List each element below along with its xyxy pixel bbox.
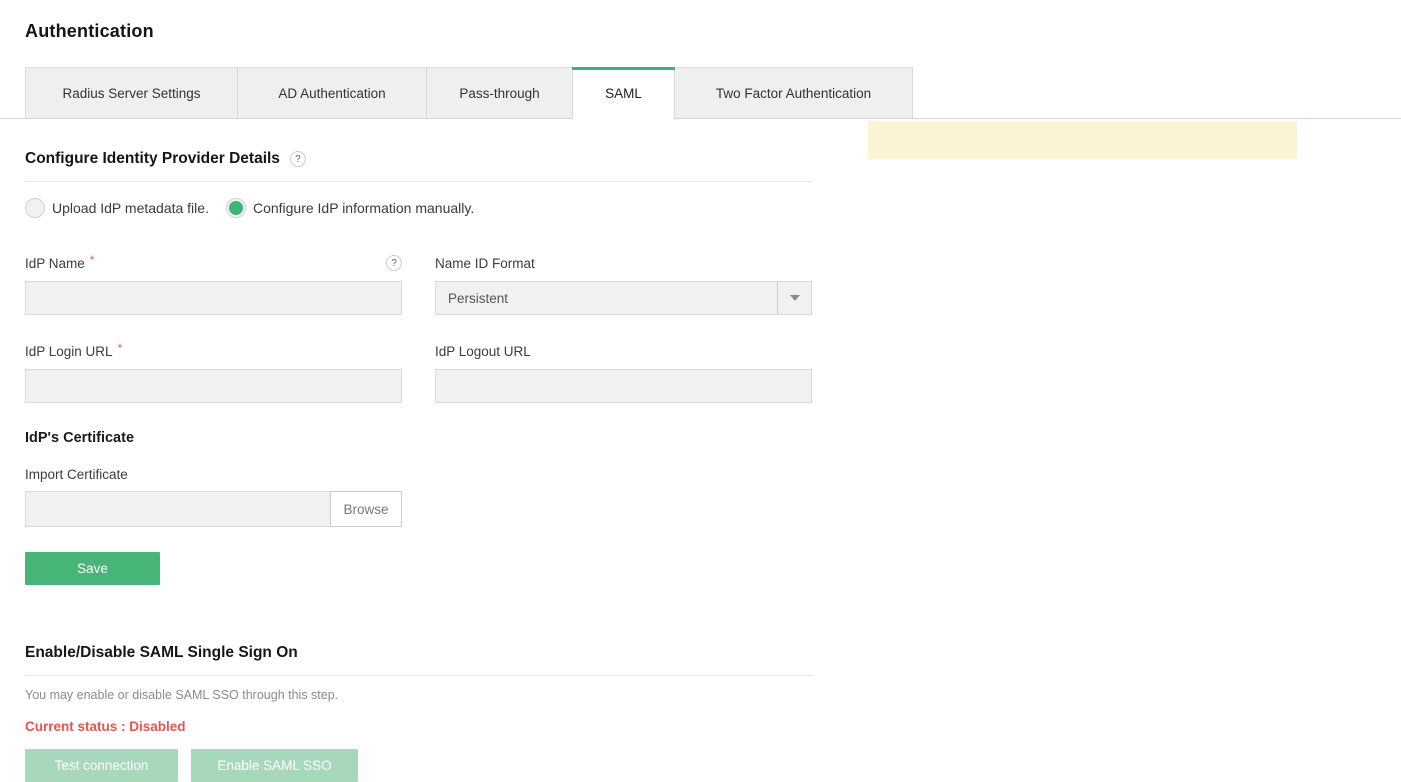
browse-button[interactable]: Browse <box>330 491 402 527</box>
radio-selected-icon[interactable] <box>226 198 246 218</box>
name-id-format-label: Name ID Format <box>435 256 535 271</box>
tab-saml[interactable]: SAML <box>572 67 674 119</box>
saml-tab-content: Configure Identity Provider Details ? Up… <box>0 150 813 782</box>
page-title: Authentication <box>0 0 1401 42</box>
tab-list: Radius Server Settings AD Authentication… <box>25 67 1401 118</box>
idp-name-field-group: IdP Name * ? <box>25 254 402 315</box>
notice-highlight <box>868 121 1297 159</box>
radio-configure-idp-manually[interactable]: Configure IdP information manually. <box>226 198 474 218</box>
name-id-format-select[interactable]: Persistent <box>435 281 812 315</box>
idp-certificate-heading: IdP's Certificate <box>25 430 813 446</box>
sso-status-text: Current status : Disabled <box>25 719 813 734</box>
tab-bar: Radius Server Settings AD Authentication… <box>0 67 1401 119</box>
name-id-format-field-group: Name ID Format Persistent <box>435 254 812 315</box>
sso-section-heading-text: Enable/Disable SAML Single Sign On <box>25 644 298 662</box>
authentication-page: Authentication Radius Server Settings AD… <box>0 0 1401 782</box>
idp-section-heading-text: Configure Identity Provider Details <box>25 150 280 168</box>
tab-ad-authentication[interactable]: AD Authentication <box>237 67 426 118</box>
required-asterisk: * <box>90 253 95 267</box>
idp-config-mode-radios: Upload IdP metadata file. Configure IdP … <box>25 198 813 218</box>
idp-name-input[interactable] <box>25 281 402 315</box>
name-id-format-selected-value: Persistent <box>436 291 508 306</box>
enable-saml-sso-button[interactable]: Enable SAML SSO <box>191 749 358 782</box>
save-button[interactable]: Save <box>25 552 160 585</box>
idp-section-heading: Configure Identity Provider Details ? <box>25 150 813 168</box>
idp-logout-url-field-group: IdP Logout URL <box>435 342 812 403</box>
radio-label: Upload IdP metadata file. <box>52 200 209 216</box>
radio-unselected-icon[interactable] <box>25 198 45 218</box>
sso-description: You may enable or disable SAML SSO throu… <box>25 688 813 702</box>
tab-pass-through[interactable]: Pass-through <box>426 67 572 118</box>
import-certificate-label: Import Certificate <box>25 467 813 482</box>
tab-radius-server-settings[interactable]: Radius Server Settings <box>25 67 237 118</box>
radio-label: Configure IdP information manually. <box>253 200 474 216</box>
idp-logout-url-label: IdP Logout URL <box>435 344 531 359</box>
idp-login-url-field-group: IdP Login URL * <box>25 342 402 403</box>
idp-login-url-input[interactable] <box>25 369 402 403</box>
test-connection-button[interactable]: Test connection <box>25 749 178 782</box>
idp-form: IdP Name * ? Name ID Format Persistent I… <box>25 254 813 403</box>
section-divider <box>25 675 813 676</box>
section-divider <box>25 181 813 182</box>
radio-upload-idp-metadata[interactable]: Upload IdP metadata file. <box>25 198 209 218</box>
certificate-file-input[interactable]: Browse <box>25 491 402 527</box>
chevron-down-icon[interactable] <box>777 282 811 314</box>
idp-name-label: IdP Name <box>25 256 85 271</box>
help-icon[interactable]: ? <box>386 255 402 271</box>
tab-two-factor-authentication[interactable]: Two Factor Authentication <box>674 67 913 118</box>
idp-logout-url-input[interactable] <box>435 369 812 403</box>
idp-login-url-label: IdP Login URL <box>25 344 113 359</box>
sso-section-heading: Enable/Disable SAML Single Sign On <box>25 644 813 662</box>
help-icon[interactable]: ? <box>290 151 306 167</box>
required-asterisk: * <box>118 341 123 355</box>
sso-action-buttons: Test connection Enable SAML SSO <box>25 749 813 782</box>
